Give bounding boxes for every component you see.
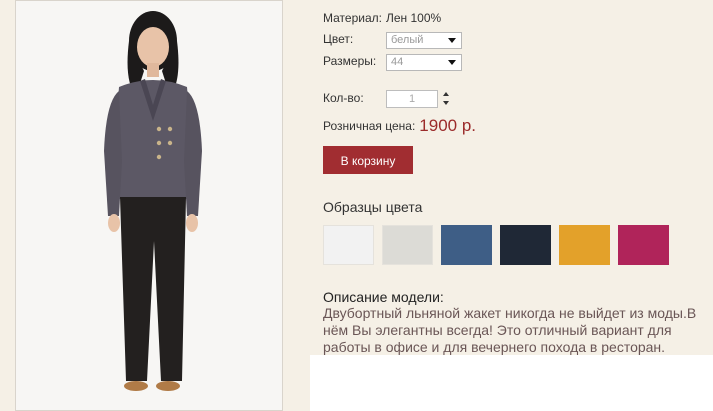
color-swatch[interactable] xyxy=(323,225,374,265)
qty-row: Кол-во: xyxy=(323,91,364,105)
price-value: 1900 р. xyxy=(419,116,477,135)
color-select[interactable]: белый xyxy=(386,32,462,49)
color-swatch[interactable] xyxy=(500,225,551,265)
chevron-down-icon xyxy=(448,60,456,65)
material-value: Лен 100% xyxy=(385,11,442,25)
description-title: Описание модели: xyxy=(323,289,444,305)
description-text: Двубортный льняной жакет никогда не выйд… xyxy=(323,305,697,355)
add-to-cart-button[interactable]: В корзину xyxy=(323,146,413,174)
size-select[interactable]: 44 xyxy=(386,54,462,71)
color-select-value: белый xyxy=(391,34,424,46)
color-swatch[interactable] xyxy=(441,225,492,265)
arrow-up-icon[interactable] xyxy=(443,92,449,96)
size-select-value: 44 xyxy=(391,56,404,68)
quantity-input[interactable]: 1 xyxy=(386,90,438,108)
model-illustration xyxy=(104,11,202,391)
color-swatch[interactable] xyxy=(618,225,669,265)
blank-panel xyxy=(310,355,713,411)
color-swatch[interactable] xyxy=(382,225,433,265)
material-label: Материал: xyxy=(323,11,382,25)
material-row: Материал: Лен 100% xyxy=(323,11,441,25)
color-label: Цвет: xyxy=(323,32,354,46)
price-row: Розничная цена: 1900 р. xyxy=(323,116,476,136)
size-label: Размеры: xyxy=(323,54,377,68)
quantity-stepper[interactable] xyxy=(443,90,451,108)
color-swatches xyxy=(323,225,669,265)
color-swatch[interactable] xyxy=(559,225,610,265)
chevron-down-icon xyxy=(448,38,456,43)
swatches-title: Образцы цвета xyxy=(323,199,423,215)
arrow-down-icon[interactable] xyxy=(443,101,449,105)
size-row: Размеры: xyxy=(323,54,376,68)
price-label: Розничная цена: xyxy=(323,119,416,133)
product-photo[interactable] xyxy=(15,0,283,411)
qty-label: Кол-во: xyxy=(323,91,364,105)
